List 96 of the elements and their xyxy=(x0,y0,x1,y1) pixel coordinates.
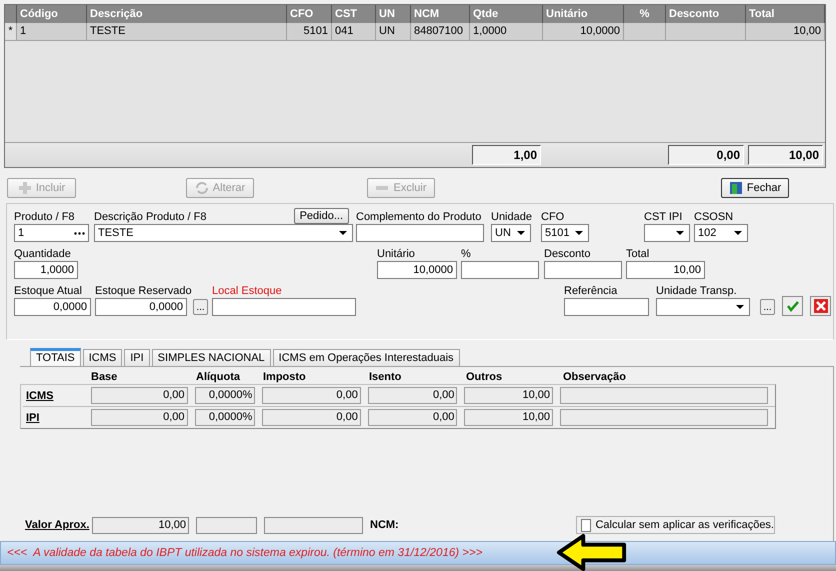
field-label: Complemento do Produto xyxy=(356,211,482,224)
column-header: Observação xyxy=(563,370,627,384)
value-field: 0,0000% xyxy=(194,409,256,426)
value-field: 0,00 xyxy=(368,409,458,426)
field-label: % xyxy=(461,248,471,261)
value-field: 0,00 xyxy=(262,409,361,426)
field-label: Quantidade xyxy=(14,248,71,261)
close-button[interactable]: Fechar xyxy=(721,178,789,198)
field-label: Unidade Transp. xyxy=(656,285,737,298)
table-cell: 1 xyxy=(17,23,87,40)
plus-icon xyxy=(18,181,32,195)
check-icon xyxy=(786,299,800,313)
table-cell: TESTE xyxy=(87,23,287,40)
ellipsis-button[interactable]: ... xyxy=(760,299,775,315)
dropdown-arrow-icon xyxy=(575,231,583,235)
dropdown-arrow-icon xyxy=(339,231,347,235)
arrow-icon xyxy=(556,533,628,571)
field-label: Referência xyxy=(564,285,618,298)
table-cell: UN xyxy=(376,23,411,40)
close-icon xyxy=(814,299,828,313)
table-cell: 5101 xyxy=(287,23,332,40)
confirm-button[interactable] xyxy=(782,296,803,316)
value-field: 10,00 xyxy=(464,387,554,404)
total-cell: 10,00 xyxy=(748,145,823,165)
value-field xyxy=(196,516,257,534)
dropdown-arrow-icon xyxy=(736,305,744,309)
checkbox[interactable] xyxy=(581,518,592,532)
column-header: Base xyxy=(91,370,118,384)
field-label: Total xyxy=(626,248,650,261)
table-cell: 10,00 xyxy=(746,23,825,40)
table-cell: 84807100 xyxy=(411,23,470,40)
value-field: 0,0000% xyxy=(194,387,256,404)
warning-message: <<< A validade da tabela do IBPT utilizada no sistema expirou. (término em 31/12/2016) >>> xyxy=(7,547,482,559)
lookup-field[interactable]: 1 xyxy=(14,224,89,242)
field-label: Descrição Produto / F8 xyxy=(94,211,206,224)
input-field[interactable] xyxy=(544,261,622,279)
field-label: Produto / F8 xyxy=(14,211,75,224)
input-field[interactable] xyxy=(212,298,356,316)
input-field[interactable]: 10,00 xyxy=(626,261,705,279)
table-cell: 041 xyxy=(332,23,376,40)
value-field: 0,00 xyxy=(91,387,188,404)
field-label: Estoque Atual xyxy=(14,285,82,298)
refresh-icon xyxy=(194,181,209,195)
checkbox-label: Calcular sem aplicar as verificações. xyxy=(595,519,774,531)
value-field: 10,00 xyxy=(464,409,554,426)
dropdown-field[interactable]: 5101 xyxy=(541,224,589,242)
field-label: CSOSN xyxy=(694,211,734,224)
field-label: Estoque Reservado xyxy=(95,285,192,298)
field-label: Unitário xyxy=(377,248,415,261)
column-header: Alíquota xyxy=(196,370,241,384)
input-field[interactable] xyxy=(356,224,484,242)
dropdown-field[interactable]: UN xyxy=(491,224,531,242)
column-header: Isento xyxy=(369,370,402,384)
input-field[interactable] xyxy=(461,261,539,279)
field-label: Local Estoque xyxy=(212,285,282,298)
input-field[interactable]: 0,0000 xyxy=(95,298,187,316)
cancel-button[interactable] xyxy=(810,296,831,316)
dropdown-field[interactable] xyxy=(644,224,690,242)
dropdown-field[interactable]: TESTE xyxy=(94,224,353,242)
ncm-label: NCM: xyxy=(370,519,399,531)
field-label: CFO xyxy=(541,211,564,224)
approx-label: Valor Aprox. xyxy=(24,519,90,531)
tab[interactable]: SIMPLES NACIONAL xyxy=(152,349,271,366)
value-field: 0,00 xyxy=(368,387,458,404)
dropdown-arrow-icon xyxy=(517,231,525,235)
total-cell: 1,00 xyxy=(472,145,541,165)
column-header: Outros xyxy=(466,370,504,384)
ellipsis-icon xyxy=(74,232,85,234)
value-field: 10,00 xyxy=(92,516,189,534)
field-label: Desconto xyxy=(544,248,590,261)
ellipsis-button[interactable]: ... xyxy=(193,299,208,315)
dropdown-field[interactable] xyxy=(656,298,750,316)
tab[interactable]: ICMS em Operações Interestaduais xyxy=(272,349,460,366)
dropdown-arrow-icon xyxy=(734,231,742,235)
dropdown-field[interactable]: 102 xyxy=(694,224,748,242)
row-indicator: * xyxy=(5,23,17,40)
tax-name: IPI xyxy=(25,412,40,424)
field-label: CST IPI xyxy=(644,211,682,224)
input-field[interactable]: 0,0000 xyxy=(14,298,91,316)
input-field[interactable] xyxy=(564,298,649,316)
table-cell: 1,0000 xyxy=(470,23,543,40)
table-cell: 10,0000 xyxy=(543,23,624,40)
tab[interactable]: IPI xyxy=(124,349,150,366)
door-icon xyxy=(728,181,743,195)
tax-name: ICMS xyxy=(25,390,54,402)
value-field: 0,00 xyxy=(262,387,361,404)
dropdown-arrow-icon xyxy=(676,231,684,235)
field-label: Unidade xyxy=(491,211,532,224)
tab[interactable]: ICMS xyxy=(82,349,122,366)
order-button[interactable]: Pedido... xyxy=(294,208,349,224)
tab[interactable]: TOTAIS xyxy=(30,348,81,366)
value-field: 0,00 xyxy=(91,409,188,426)
total-cell: 0,00 xyxy=(668,145,744,165)
input-field[interactable]: 1,0000 xyxy=(14,261,78,279)
input-field[interactable]: 10,0000 xyxy=(377,261,457,279)
column-header: Imposto xyxy=(263,370,307,384)
